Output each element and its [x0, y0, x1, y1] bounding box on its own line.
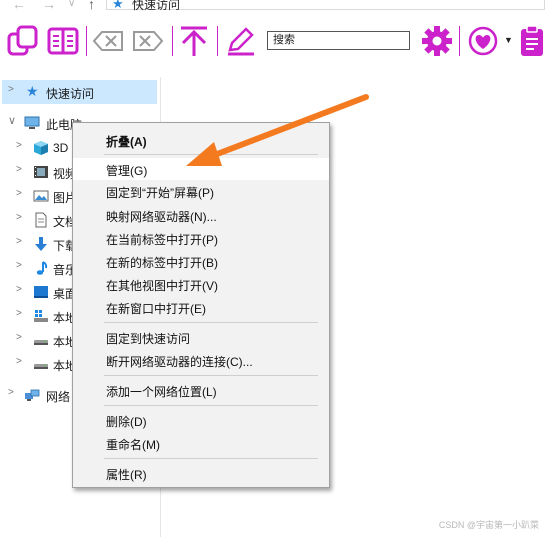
menu-item[interactable]: 重命名(M) — [73, 432, 329, 454]
history-dropdown-icon[interactable]: ∨ — [68, 0, 75, 9]
menu-separator — [104, 154, 318, 155]
toolbar-divider — [172, 26, 173, 56]
chevron-right-icon[interactable]: > — [8, 84, 14, 95]
network-icon — [24, 387, 40, 403]
menu-item[interactable]: 折叠(A) — [73, 129, 329, 151]
toolbar-divider — [459, 26, 460, 56]
chevron-right-icon[interactable]: > — [16, 332, 22, 343]
drive-icon — [33, 332, 49, 348]
copy-icon[interactable] — [6, 24, 40, 58]
menu-item-label: 折叠(A) — [106, 135, 147, 149]
chevron-right-icon[interactable]: > — [16, 260, 22, 271]
breadcrumb-location[interactable]: 快速访问 — [132, 0, 180, 13]
chevron-right-icon[interactable]: > — [16, 308, 22, 319]
menu-item-label: 添加一个网络位置(L) — [106, 385, 217, 399]
drive-icon — [33, 356, 49, 372]
backspace-right-icon[interactable] — [130, 24, 164, 58]
backspace-left-icon[interactable] — [92, 24, 126, 58]
desktop-icon — [33, 284, 49, 300]
toolbar-divider — [217, 26, 218, 56]
menu-item-label: 在新窗口中打开(E) — [106, 302, 206, 316]
gear-icon[interactable] — [420, 24, 454, 58]
windows-drive-icon — [33, 308, 49, 324]
music-note-icon — [33, 260, 49, 276]
star-pin-icon: ★ — [26, 83, 39, 99]
film-icon — [33, 164, 49, 180]
clipboard-icon[interactable] — [518, 24, 545, 58]
menu-separator — [104, 322, 318, 323]
menu-item[interactable]: 固定到“开始”屏幕(P) — [73, 180, 329, 202]
forward-arrow-icon[interactable]: → — [42, 0, 56, 12]
watermark: CSDN @宇宙第一小趴菜 — [438, 520, 539, 530]
columns-icon[interactable] — [46, 24, 80, 58]
back-arrow-icon[interactable]: ← — [12, 0, 26, 12]
context-menu: 折叠(A) 管理(G) 固定到“开始”屏幕(P) 映射网络驱动器(N)... 在当前标签… — [72, 122, 330, 488]
computer-icon — [24, 115, 40, 131]
chevron-down-icon[interactable]: ∨ — [8, 114, 16, 127]
chevron-right-icon[interactable]: > — [16, 188, 22, 199]
menu-item[interactable]: 映射网络驱动器(N)... — [73, 204, 329, 226]
menu-separator — [104, 375, 318, 376]
menu-item[interactable]: 固定到快速访问 — [73, 326, 329, 348]
download-arrow-icon — [33, 236, 49, 252]
chevron-right-icon[interactable]: > — [16, 212, 22, 223]
menu-item-label: 管理(G) — [106, 164, 148, 178]
menu-item-label: 断开网络驱动器的连接(C)... — [106, 355, 253, 369]
menu-item-label: 映射网络驱动器(N)... — [106, 210, 217, 224]
menu-separator — [104, 458, 318, 459]
menu-item-label: 在新的标签中打开(B) — [106, 256, 218, 270]
document-icon — [33, 212, 49, 228]
nav-item-label: 3D — [53, 141, 69, 155]
menu-item-label: 固定到“开始”屏幕(P) — [106, 186, 214, 200]
chevron-right-icon[interactable]: > — [16, 236, 22, 247]
chevron-right-icon[interactable]: > — [16, 164, 22, 175]
menu-item[interactable]: 在其他视图中打开(V) — [73, 273, 329, 295]
pencil-icon[interactable] — [224, 24, 258, 58]
menu-item[interactable]: 在新窗口中打开(E) — [73, 296, 329, 318]
menu-separator — [104, 405, 318, 406]
menu-item[interactable]: 添加一个网络位置(L) — [73, 379, 329, 401]
picture-icon — [33, 188, 49, 204]
menu-item-label: 重命名(M) — [106, 438, 160, 452]
toolbar-divider — [86, 26, 87, 56]
nav-quick-access-label: 快速访问 — [46, 87, 95, 101]
chevron-right-icon[interactable]: > — [16, 140, 22, 151]
heart-icon[interactable] — [466, 24, 500, 58]
search-input[interactable]: 搜索 — [267, 31, 410, 50]
cube-3d-icon — [33, 140, 49, 156]
chevron-down-icon[interactable]: ▼ — [504, 35, 513, 45]
address-bar: ← → ∨ ↑ ★ 快速访问 — [0, 0, 545, 14]
menu-item-label: 删除(D) — [106, 415, 147, 429]
menu-item[interactable]: 删除(D) — [73, 409, 329, 431]
menu-item[interactable]: 管理(G) — [73, 158, 329, 180]
nav-quick-access[interactable]: > ★ 快速访问 — [2, 80, 157, 104]
menu-item[interactable]: 属性(R) — [73, 462, 329, 484]
menu-item[interactable]: 在新的标签中打开(B) — [73, 250, 329, 272]
up-arrow-icon[interactable]: ↑ — [88, 0, 95, 12]
star-pin-icon: ★ — [112, 0, 124, 11]
chevron-right-icon[interactable]: > — [16, 284, 22, 295]
menu-item-label: 在当前标签中打开(P) — [106, 233, 218, 247]
menu-item-label: 属性(R) — [106, 468, 147, 482]
nav-network-label: 网络 — [46, 390, 71, 404]
toolbar: 搜索 ▼ — [0, 20, 545, 66]
chevron-right-icon[interactable]: > — [16, 356, 22, 367]
chevron-right-icon[interactable]: > — [8, 387, 14, 398]
upload-icon[interactable] — [177, 24, 211, 58]
menu-item-label: 固定到快速访问 — [106, 332, 191, 346]
menu-item[interactable]: 断开网络驱动器的连接(C)... — [73, 349, 329, 371]
menu-item[interactable]: 在当前标签中打开(P) — [73, 227, 329, 249]
menu-item-label: 在其他视图中打开(V) — [106, 279, 218, 293]
